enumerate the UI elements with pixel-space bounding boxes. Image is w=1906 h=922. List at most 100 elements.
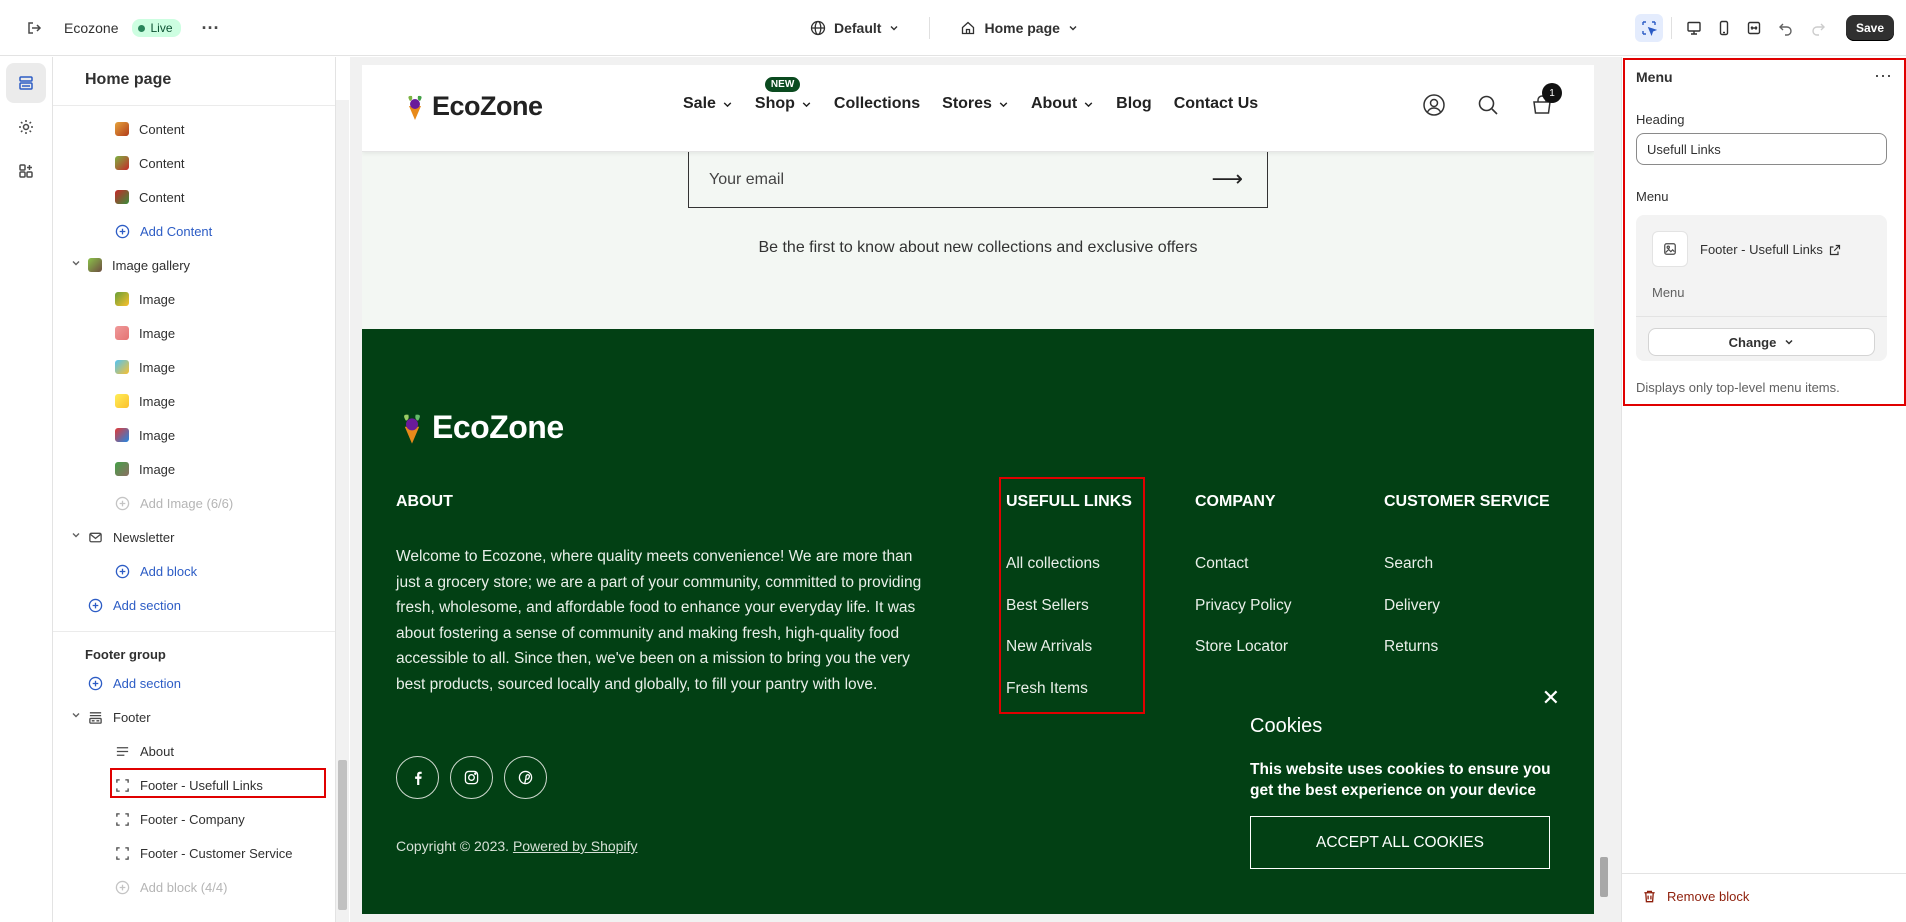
plus-circle-icon (88, 598, 103, 612)
footer-about-text: Welcome to Ecozone, where quality meets … (396, 548, 922, 693)
chevron-down-icon[interactable] (71, 258, 81, 271)
heading-field[interactable]: Usefull Links (1636, 133, 1887, 165)
undo-icon[interactable] (1772, 14, 1800, 42)
copyright-prefix: Copyright © 2023. (396, 838, 510, 854)
image-thumbnail-icon (115, 292, 129, 306)
sections-icon[interactable] (6, 63, 46, 103)
arrow-right-icon[interactable]: ⟶ (1211, 166, 1243, 192)
footer-link[interactable]: New Arrivals (1006, 638, 1092, 656)
full-width-view-icon[interactable] (1740, 14, 1768, 42)
remove-block-button[interactable]: Remove block (1642, 889, 1749, 904)
menu-image-icon (1652, 231, 1688, 267)
footer-link[interactable]: Delivery (1384, 597, 1440, 615)
footer-link[interactable]: Contact (1195, 555, 1248, 573)
tree-item-footer-customer-service[interactable]: Footer - Customer Service (115, 839, 292, 867)
nav-item-stores[interactable]: Stores (942, 95, 1009, 113)
footer-logo[interactable]: EcoZone (396, 409, 564, 446)
search-icon[interactable] (1476, 93, 1500, 117)
cart-count-badge: 1 (1542, 83, 1562, 103)
add-block-button[interactable]: Add block (115, 557, 197, 585)
tree-item-image[interactable]: Image (115, 455, 175, 483)
tree-item-image[interactable]: Image (115, 285, 175, 313)
mobile-view-icon[interactable] (1710, 14, 1738, 42)
tree-item-footer-company[interactable]: Footer - Company (115, 805, 245, 833)
pinterest-icon[interactable] (504, 756, 547, 799)
footer-link[interactable]: Search (1384, 555, 1433, 573)
menu-name-link[interactable]: Footer - Usefull Links (1700, 242, 1841, 257)
chevron-down-icon[interactable] (71, 530, 81, 543)
footer-link[interactable]: Fresh Items (1006, 680, 1088, 698)
tree-item-content[interactable]: Content (115, 115, 185, 143)
footer-link[interactable]: Returns (1384, 638, 1438, 656)
powered-by-link[interactable]: Powered by Shopify (513, 838, 638, 854)
email-input[interactable]: Your email ⟶ (688, 152, 1268, 208)
tree-item-image[interactable]: Image (115, 421, 175, 449)
menu-type-label: Menu (1652, 285, 1685, 300)
site-header: EcoZone Sale NEW Shop Collections Stores… (362, 65, 1594, 152)
tree-item-content[interactable]: Content (115, 149, 185, 177)
theme-select[interactable]: Default (800, 20, 909, 36)
sidebar-scroll-thumb[interactable] (338, 760, 347, 910)
theme-settings-icon[interactable] (6, 107, 46, 147)
add-content-button[interactable]: Add Content (115, 217, 212, 245)
tree-item-image[interactable]: Image (115, 387, 175, 415)
close-icon[interactable]: ✕ (1542, 685, 1560, 711)
preview-scrollbar[interactable] (1597, 57, 1611, 922)
footer-link[interactable]: All collections (1006, 555, 1100, 573)
page-title: Home page (85, 71, 172, 88)
nav-item-about[interactable]: About (1031, 95, 1094, 113)
cart-button[interactable]: 1 (1530, 83, 1562, 120)
nav-item-sale[interactable]: Sale (683, 95, 733, 113)
content-thumbnail-icon (115, 156, 129, 170)
desktop-view-icon[interactable] (1680, 14, 1708, 42)
tree-item-label: Image (139, 359, 176, 375)
inspector-toggle-icon[interactable] (1634, 14, 1663, 42)
account-icon[interactable] (1422, 93, 1446, 117)
change-menu-button[interactable]: Change (1648, 328, 1875, 356)
add-block-label: Add block (4/4) (140, 879, 228, 895)
sidebar-scrollbar[interactable] (336, 100, 349, 922)
nav-item-shop[interactable]: NEW Shop (754, 77, 812, 113)
footer-link[interactable]: Privacy Policy (1195, 597, 1291, 615)
plus-circle-icon (115, 496, 130, 510)
divider (929, 17, 931, 39)
apps-icon[interactable] (6, 151, 46, 191)
tree-item-content[interactable]: Content (115, 183, 185, 211)
more-options-icon[interactable]: ··· (1874, 65, 1892, 86)
content-thumbnail-icon (115, 122, 129, 136)
save-button[interactable]: Save (1845, 15, 1894, 41)
nav-item-contact[interactable]: Contact Us (1174, 95, 1258, 113)
page-select[interactable]: Home page (950, 20, 1087, 36)
footer-about-heading: ABOUT (396, 493, 453, 510)
footer-link[interactable]: Store Locator (1195, 638, 1288, 656)
tree-item-about[interactable]: About (115, 737, 174, 765)
tree-item-image[interactable]: Image (115, 353, 175, 381)
add-section-button[interactable]: Add section (88, 591, 181, 619)
nav-item-label: Shop (754, 95, 795, 112)
image-thumbnail-icon (115, 394, 129, 408)
redo-icon[interactable] (1804, 14, 1832, 42)
tree-section-newsletter[interactable]: Newsletter (88, 523, 174, 551)
storefront-preview: EcoZone Sale NEW Shop Collections Stores… (362, 65, 1594, 914)
nav-item-blog[interactable]: Blog (1116, 95, 1152, 113)
accept-cookies-button[interactable]: ACCEPT ALL COOKIES (1250, 816, 1550, 869)
image-gallery-thumbnail-icon (88, 258, 102, 272)
dashed-frame-icon (116, 812, 129, 826)
site-logo[interactable]: EcoZone (402, 91, 543, 122)
more-options-icon[interactable]: ··· (195, 12, 227, 44)
tree-item-footer-usefull-links[interactable]: Footer - Usefull Links (115, 771, 263, 799)
tree-section-image-gallery[interactable]: Image gallery (88, 251, 190, 279)
tree-item-image[interactable]: Image (115, 319, 175, 347)
plus-circle-icon (115, 880, 130, 894)
social-links (396, 756, 547, 799)
nav-item-collections[interactable]: Collections (834, 95, 920, 113)
footer-add-section-button[interactable]: Add section (88, 669, 181, 697)
tree-section-footer[interactable]: Footer (88, 703, 151, 731)
preview-scroll-thumb[interactable] (1600, 857, 1608, 897)
footer-link[interactable]: Best Sellers (1006, 597, 1089, 615)
exit-icon[interactable] (18, 12, 50, 44)
instagram-icon[interactable] (450, 756, 493, 799)
chevron-down-icon[interactable] (71, 710, 81, 723)
facebook-icon[interactable] (396, 756, 439, 799)
nav-item-label: Collections (833, 95, 921, 112)
